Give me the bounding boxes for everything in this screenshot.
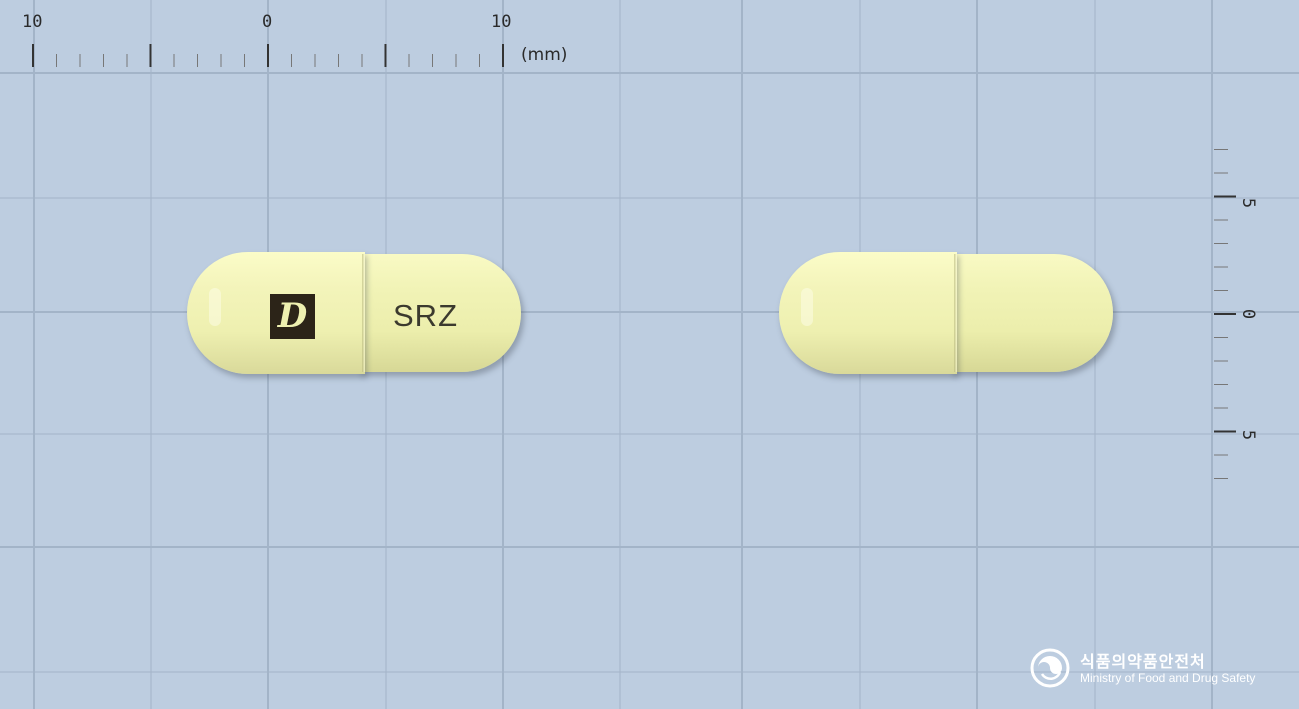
capsule-back-highlight	[801, 288, 813, 326]
ruler-label-left-10: 10	[22, 12, 43, 32]
ministry-emblem-icon	[1030, 648, 1070, 688]
capsule-back-right-cap	[951, 254, 1113, 372]
vruler-label-zero: 0	[1238, 308, 1259, 320]
vruler-label-bottom-5: 5	[1238, 429, 1259, 441]
ministry-name-english: Ministry of Food and Drug Safety	[1080, 671, 1256, 685]
capsule-front-highlight	[209, 288, 221, 326]
ruler-unit-label: (mm)	[521, 45, 568, 65]
capsule-front-seam	[362, 254, 365, 372]
horizontal-ruler	[32, 44, 504, 67]
capsule-imprint: SRZ	[393, 298, 458, 333]
capsule-back	[779, 252, 1113, 374]
pill-photo-stage: 10 0 10 (mm) 5 0 5 D SRZ 식품의약품안전처 Minist…	[0, 0, 1299, 709]
ministry-watermark: 식품의약품안전처 Ministry of Food and Drug Safet…	[1030, 648, 1270, 692]
ministry-name-korean: 식품의약품안전처	[1080, 652, 1206, 671]
capsule-front: D SRZ	[187, 252, 521, 374]
capsule-back-seam	[954, 254, 957, 372]
ruler-label-zero: 0	[262, 12, 273, 32]
vertical-ruler	[1214, 149, 1236, 479]
ruler-label-right-10: 10	[491, 12, 512, 32]
manufacturer-logo: D	[270, 294, 315, 339]
vruler-label-top-5: 5	[1238, 197, 1259, 209]
manufacturer-logo-letter: D	[277, 296, 308, 336]
